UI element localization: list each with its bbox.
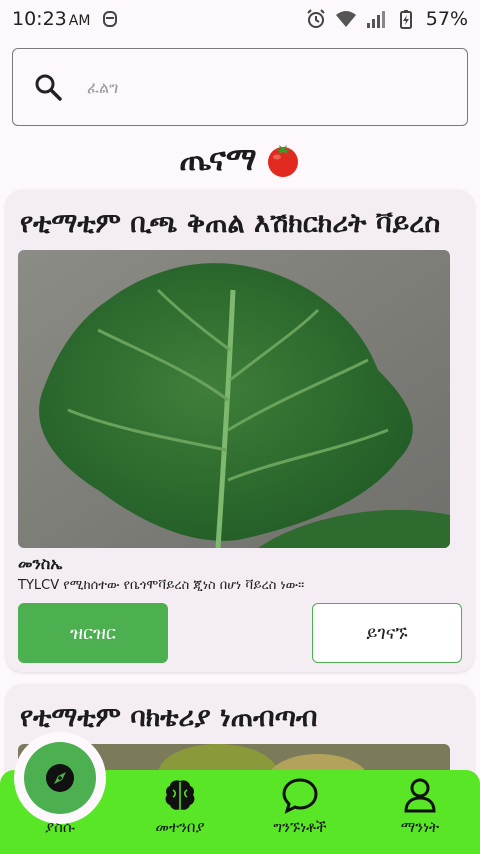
signal-icon (366, 11, 385, 28)
nav-label-connections: ግንኙነቶች (273, 818, 327, 836)
search-input[interactable] (85, 76, 429, 98)
card-actions: ዝርዝር ይገናኙ (18, 603, 462, 663)
nav-item-connections[interactable]: ግንኙነቶች (240, 776, 360, 836)
cause-text: TYLCV የሚከሰተው የቤጎሞቫይረስ ጂነስ በሆነ ቫይረስ ነው። (18, 578, 305, 593)
nav-item-profile[interactable]: ማንነት (360, 776, 480, 836)
chat-bubble-icon (282, 778, 318, 814)
app-title-text: ጤናማ (179, 140, 257, 178)
clock-ampm: AM (68, 13, 91, 29)
tomato-icon (267, 144, 298, 177)
alarm-icon (307, 9, 325, 28)
status-left: 10:23 AM (12, 8, 120, 30)
disease-leaf-image (18, 250, 450, 548)
nav-label-profile: ማንነት (400, 818, 440, 836)
clock-time: 10:23 (12, 8, 67, 30)
compass-icon (46, 764, 74, 792)
battery-charging-icon (399, 10, 412, 29)
nav-label-predict: መተንበያ (155, 818, 205, 836)
status-bar: 10:23 AM 57% (0, 0, 480, 38)
person-icon (404, 778, 436, 813)
disease-card-title: የቲማቲም ቢጫ ቅጠል እሽክርክሪት ቫይረስ (20, 208, 441, 239)
disease-card[interactable]: የቲማቲም ቢጫ ቅጠል እሽክርክሪት ቫይረስ መንስኤ TYLCV የሚከ… (6, 190, 474, 672)
bottom-navigation: ያስሱ መተንበያ ግንኙነቶች ማንነት (0, 732, 480, 854)
nav-item-predict[interactable]: መተንበያ (120, 776, 240, 836)
brain-icon (165, 780, 195, 810)
clock: 10:23 AM (12, 8, 90, 30)
search-icon (35, 74, 62, 101)
notification-app-icon (103, 11, 118, 27)
contact-button[interactable]: ይገናኙ (312, 603, 462, 663)
status-right: 57% (306, 8, 468, 30)
disease-card-title: የቲማቲም ባክቴሪያ ነጠብጣብ (20, 702, 318, 733)
cause-label: መንስኤ (18, 554, 63, 573)
nav-label-explore[interactable]: ያስሱ (0, 818, 120, 836)
app-title: ጤናማ (0, 140, 480, 179)
details-button[interactable]: ዝርዝር (18, 603, 168, 663)
nav-explore-button[interactable] (24, 742, 96, 814)
search-field[interactable] (12, 48, 468, 126)
battery-percent: 57% (425, 8, 468, 30)
wifi-icon (335, 11, 356, 27)
